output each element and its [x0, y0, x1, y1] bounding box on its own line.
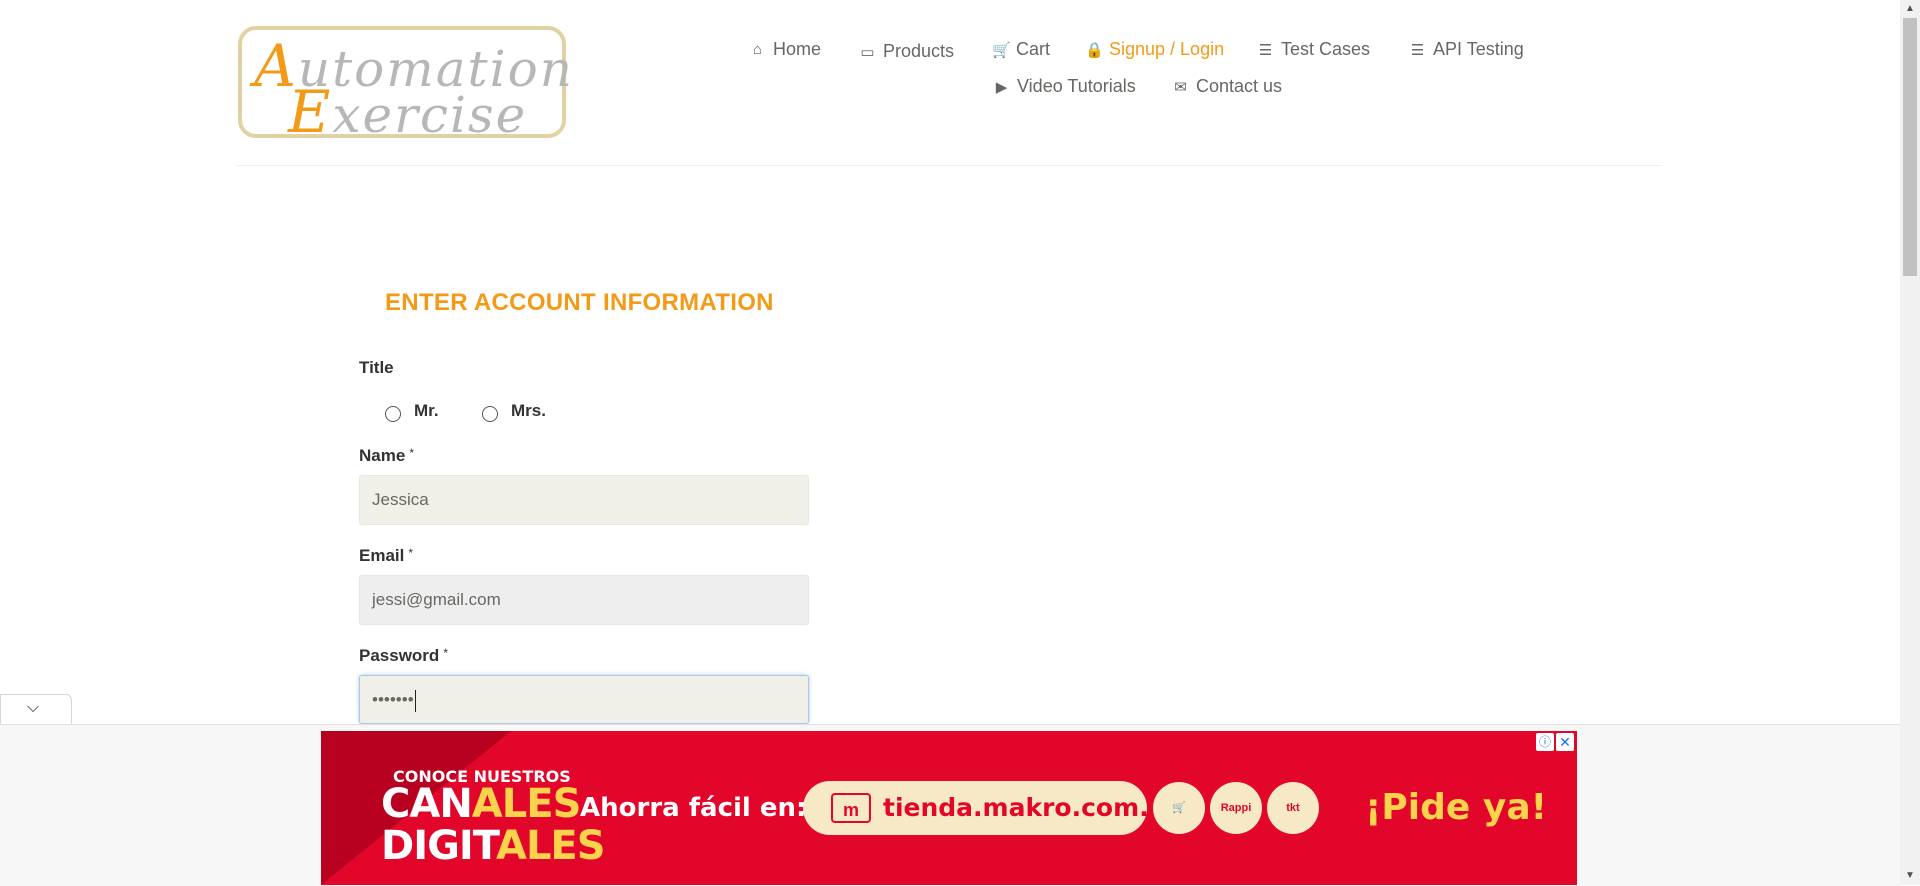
page-title: ENTER ACCOUNT INFORMATION [385, 289, 774, 316]
header-divider [236, 165, 1662, 166]
page-scrollbar[interactable]: ▲ ▼ [1900, 0, 1920, 885]
required-marker: * [443, 646, 448, 660]
ad-close-icon[interactable]: ✕ [1556, 733, 1574, 751]
nav-products[interactable]: ▭ Products [859, 41, 954, 62]
required-marker: * [409, 446, 414, 460]
required-marker: * [408, 546, 414, 560]
list-icon: ☰ [1258, 41, 1273, 59]
main-nav: ⌂ Home ▭ Products 🛒 Cart 🔒 Signup / Logi… [740, 36, 1540, 106]
name-label: Name * [359, 446, 414, 465]
scroll-down-arrow-icon[interactable]: ▼ [1900, 867, 1920, 885]
nav-video-tutorials[interactable]: ▶ Video Tutorials [993, 76, 1136, 97]
store-badge-icon: tkt [1267, 782, 1319, 834]
ad-info-icon[interactable]: ⓘ [1536, 733, 1554, 751]
nav-api-testing[interactable]: ☰ API Testing [1409, 39, 1524, 60]
email-label: Email * [359, 546, 414, 565]
chevron-down-icon: ⌵ [27, 699, 40, 716]
site-logo[interactable]: Automation Exercise [238, 26, 572, 146]
ad-ahorra-text: Ahorra fácil en: [580, 793, 807, 823]
email-input[interactable]: jessi@gmail.com [359, 575, 809, 625]
scroll-thumb[interactable] [1903, 18, 1917, 276]
list-icon: ☰ [1410, 41, 1425, 59]
radio-mr-label[interactable]: Mr. [414, 401, 439, 421]
youtube-play-icon: ▶ [995, 78, 1008, 96]
cart-icon: 🛒 [992, 41, 1011, 59]
lock-icon: 🔒 [1085, 41, 1104, 59]
ad-digitales-text: DIGITALES [381, 823, 606, 869]
scroll-up-arrow-icon[interactable]: ▲ [1900, 0, 1920, 18]
ad-url-text: tienda.makro.com.co [883, 793, 1181, 822]
nav-contact-us[interactable]: ✉ Contact us [1172, 76, 1282, 97]
radio-mrs-label[interactable]: Mrs. [511, 401, 546, 421]
text-cursor [414, 689, 416, 712]
envelope-icon: ✉ [1174, 78, 1187, 96]
ad-canales-text: CANALES [381, 781, 581, 827]
ad-url-pill: m tienda.makro.com.co [803, 781, 1181, 835]
logo-text-line2: Exercise [288, 78, 528, 146]
home-icon: ⌂ [752, 41, 763, 58]
nav-cart[interactable]: 🛒 Cart [992, 39, 1050, 60]
makro-store-icon: m [831, 793, 871, 823]
password-label: Password * [359, 646, 448, 665]
briefcase-icon: ▭ [860, 43, 875, 61]
radio-mr[interactable] [385, 406, 401, 422]
nav-signup-login[interactable]: 🔒 Signup / Login [1085, 39, 1224, 60]
ad-cta-text: ¡Pide ya! [1365, 787, 1548, 828]
rappi-badge-icon: Rappi [1210, 782, 1262, 834]
cart-badge-icon: 🛒 [1153, 782, 1205, 834]
name-input[interactable]: Jessica [359, 475, 809, 525]
radio-mrs[interactable] [482, 406, 498, 422]
nav-home[interactable]: ⌂ Home [749, 39, 821, 60]
ad-collapse-toggle[interactable]: ⌵ [0, 694, 72, 724]
nav-test-cases[interactable]: ☰ Test Cases [1257, 39, 1370, 60]
password-input[interactable]: ••••••• [359, 675, 809, 724]
ad-banner[interactable]: CONOCE NUESTROS CANALES DIGITALES Ahorra… [321, 731, 1577, 885]
title-label: Title [359, 358, 394, 377]
